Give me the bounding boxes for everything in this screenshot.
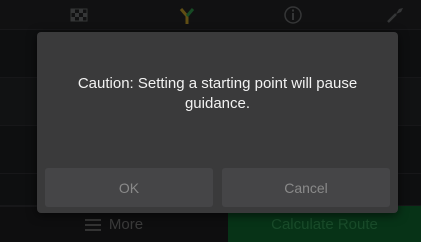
caution-dialog: Caution: Setting a starting point will p… bbox=[37, 32, 398, 213]
navigation-screen: More Calculate Route Caution: Setting a … bbox=[0, 0, 421, 242]
dialog-message: Caution: Setting a starting point will p… bbox=[77, 75, 358, 112]
cancel-button[interactable]: Cancel bbox=[222, 168, 390, 207]
ok-button[interactable]: OK bbox=[45, 168, 213, 207]
